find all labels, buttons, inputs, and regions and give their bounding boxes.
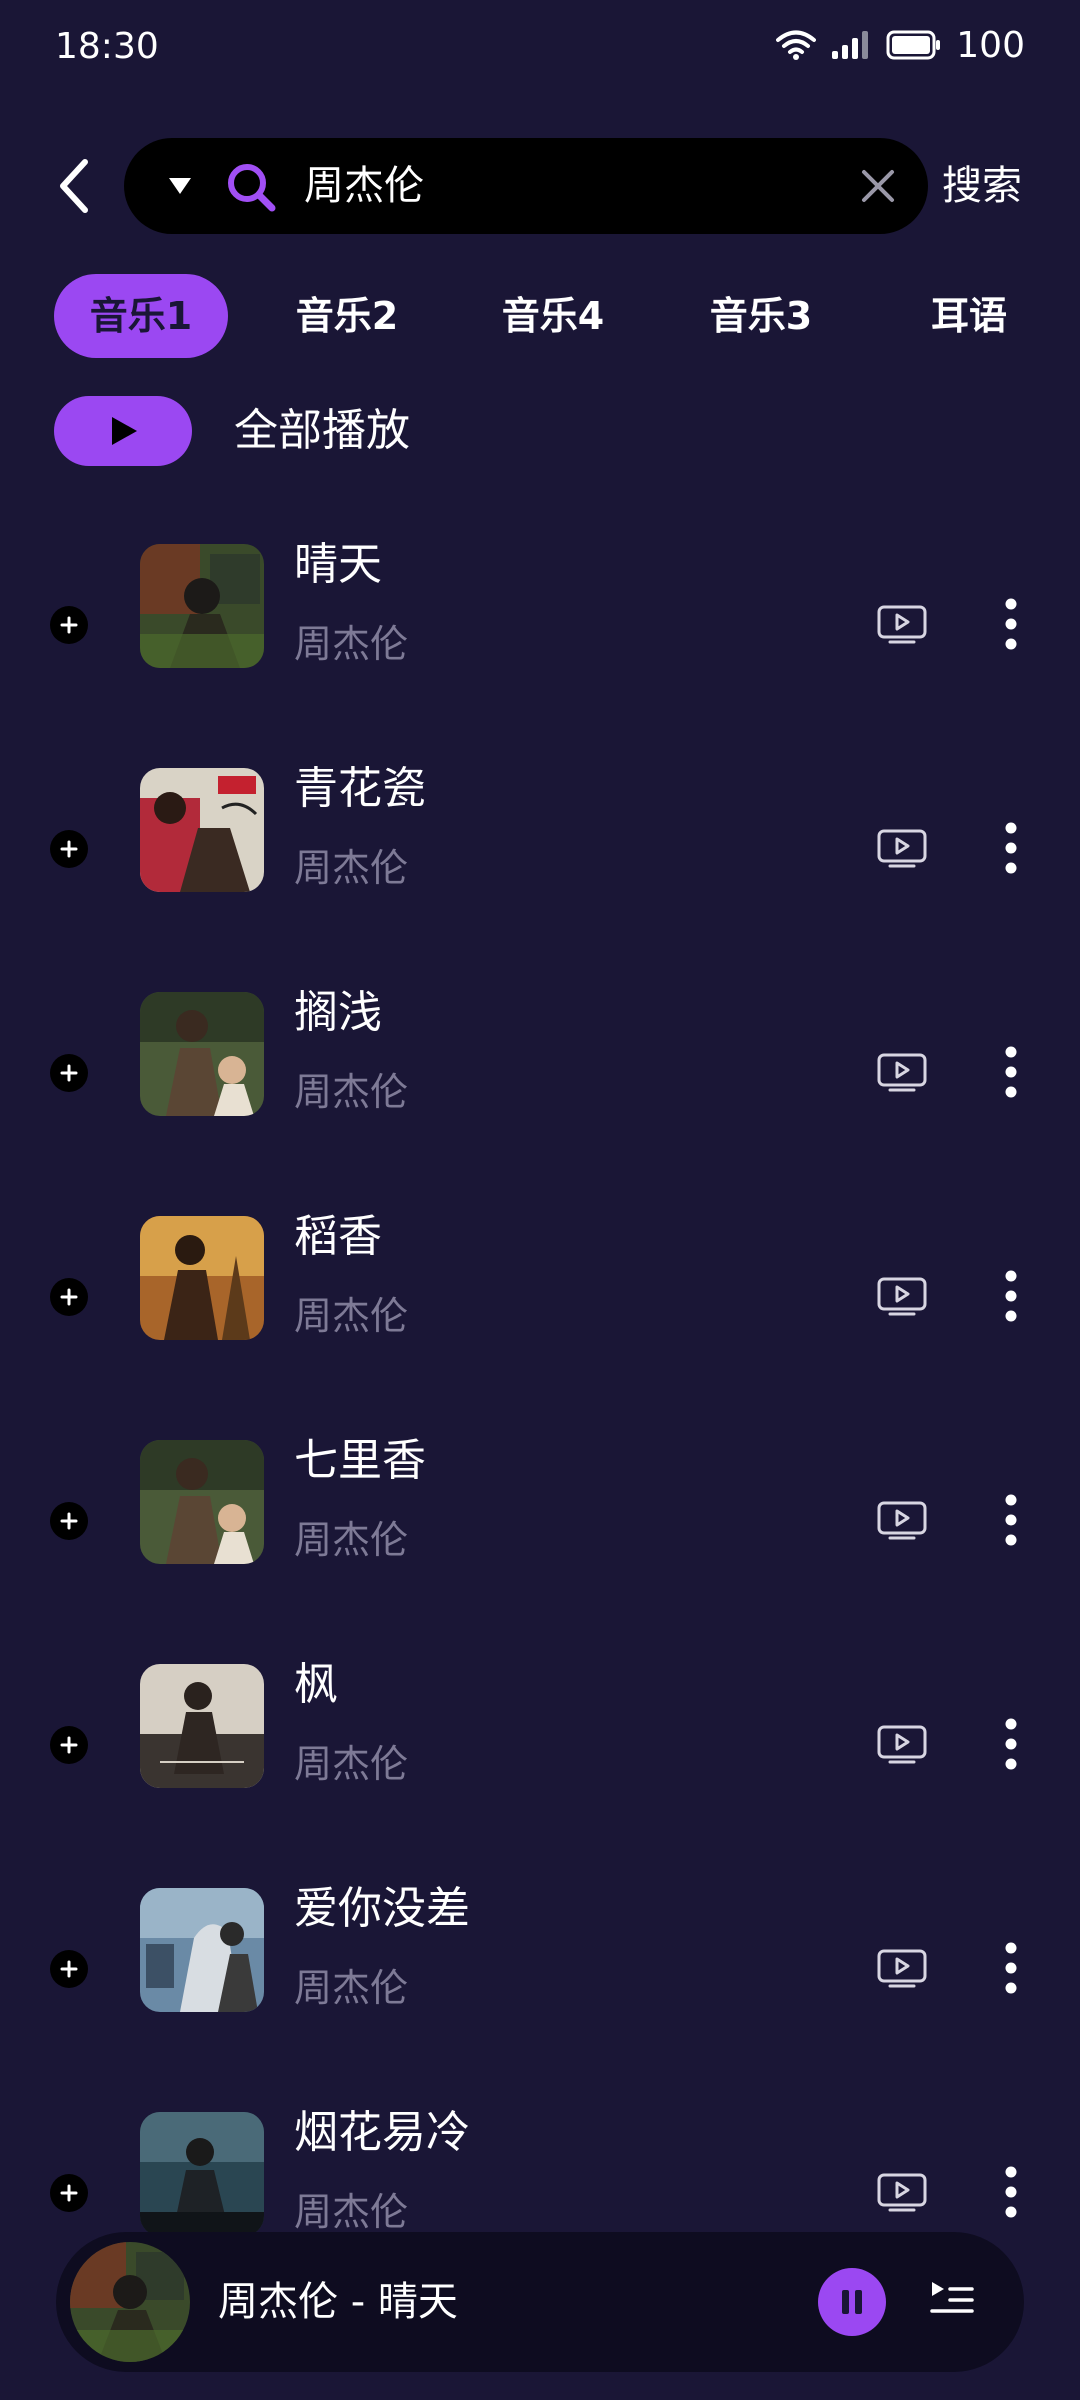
- song-title: 烟花易冷: [294, 2107, 470, 2158]
- song-row[interactable]: 稻香 周杰伦: [0, 1166, 1080, 1390]
- song-row[interactable]: 晴天 周杰伦: [0, 494, 1080, 718]
- song-artist: 周杰伦: [294, 1966, 409, 2010]
- close-icon[interactable]: [856, 164, 900, 208]
- status-time: 18:30: [55, 26, 159, 67]
- song-row[interactable]: 爱你没差 周杰伦: [0, 1838, 1080, 2062]
- more-options-icon[interactable]: [996, 1492, 1026, 1548]
- more-options-icon[interactable]: [996, 596, 1026, 652]
- song-title: 爱你没差: [294, 1883, 470, 1934]
- music-video-icon[interactable]: [876, 1500, 928, 1540]
- add-icon[interactable]: [50, 606, 88, 644]
- add-icon[interactable]: [50, 1054, 88, 1092]
- more-options-icon[interactable]: [996, 2164, 1026, 2220]
- song-row[interactable]: 青花瓷 周杰伦: [0, 718, 1080, 942]
- album-art: [140, 2112, 264, 2232]
- song-row[interactable]: 枫 周杰伦: [0, 1614, 1080, 1838]
- play-all-label[interactable]: 全部播放: [234, 404, 410, 458]
- more-options-icon[interactable]: [996, 1716, 1026, 1772]
- more-options-icon[interactable]: [996, 1940, 1026, 1996]
- status-bar: 18:30 100: [0, 0, 1080, 92]
- music-video-icon[interactable]: [876, 604, 928, 644]
- album-art: [140, 992, 264, 1116]
- add-icon[interactable]: [50, 2174, 88, 2212]
- add-icon[interactable]: [50, 830, 88, 868]
- status-icons: 100: [776, 22, 1025, 68]
- tab-music-1[interactable]: 音乐1: [54, 274, 228, 358]
- song-title: 稻香: [294, 1211, 382, 1262]
- music-video-icon[interactable]: [876, 1948, 928, 1988]
- battery-icon: [886, 30, 941, 60]
- song-row[interactable]: 烟花易冷 周杰伦: [0, 2062, 1080, 2232]
- song-row[interactable]: 七里香 周杰伦: [0, 1390, 1080, 1614]
- now-playing-title[interactable]: 周杰伦 - 晴天: [218, 2276, 458, 2328]
- battery-level: 100: [956, 24, 1025, 66]
- song-row[interactable]: 搁浅 周杰伦: [0, 942, 1080, 1166]
- music-video-icon[interactable]: [876, 1052, 928, 1092]
- song-artist: 周杰伦: [294, 846, 409, 890]
- song-title: 青花瓷: [294, 763, 426, 814]
- chevron-left-icon: [60, 159, 88, 213]
- album-art: [140, 1440, 264, 1564]
- music-video-icon[interactable]: [876, 828, 928, 868]
- category-tabs: 音乐1 音乐2 音乐4 音乐3 耳语: [54, 274, 1064, 358]
- song-title: 晴天: [294, 539, 382, 590]
- playlist-queue-icon[interactable]: [928, 2278, 976, 2322]
- song-artist: 周杰伦: [294, 622, 409, 666]
- app-root: 18:30 100 周杰伦 搜索 音乐1 音乐2 音乐4 音乐3 耳语 全部播放…: [0, 0, 1080, 2400]
- album-art: [140, 1888, 264, 2012]
- music-video-icon[interactable]: [876, 1276, 928, 1316]
- search-box[interactable]: 周杰伦: [124, 138, 928, 234]
- add-icon[interactable]: [50, 1950, 88, 1988]
- mini-player[interactable]: 周杰伦 - 晴天: [56, 2232, 1024, 2372]
- pause-icon: [842, 2290, 862, 2314]
- play-icon: [112, 417, 137, 445]
- album-art: [140, 768, 264, 892]
- more-options-icon[interactable]: [996, 820, 1026, 876]
- search-input[interactable]: 周杰伦: [304, 162, 424, 210]
- dropdown-arrow-icon[interactable]: [166, 172, 194, 200]
- search-button[interactable]: 搜索: [942, 160, 1022, 212]
- pause-button[interactable]: [818, 2268, 886, 2336]
- song-artist: 周杰伦: [294, 1518, 409, 1562]
- tab-music-2[interactable]: 音乐2: [260, 274, 434, 358]
- song-title: 搁浅: [294, 987, 382, 1038]
- song-artist: 周杰伦: [294, 2190, 409, 2232]
- more-options-icon[interactable]: [996, 1268, 1026, 1324]
- search-row: 周杰伦 搜索: [0, 136, 1080, 236]
- add-icon[interactable]: [50, 1278, 88, 1316]
- music-video-icon[interactable]: [876, 1724, 928, 1764]
- tab-music-4[interactable]: 音乐4: [466, 274, 640, 358]
- play-all-button[interactable]: [54, 396, 192, 466]
- tab-whisper[interactable]: 耳语: [894, 274, 1044, 358]
- tab-music-3[interactable]: 音乐3: [674, 274, 848, 358]
- more-options-icon[interactable]: [996, 1044, 1026, 1100]
- song-title: 七里香: [294, 1435, 426, 1486]
- album-art: [140, 544, 264, 668]
- wifi-icon: [776, 30, 817, 60]
- signal-icon: [832, 31, 869, 59]
- song-title: 枫: [294, 1659, 338, 1710]
- song-artist: 周杰伦: [294, 1294, 409, 1338]
- add-icon[interactable]: [50, 1502, 88, 1540]
- add-icon[interactable]: [50, 1726, 88, 1764]
- now-playing-art[interactable]: [70, 2242, 190, 2362]
- search-icon: [228, 164, 276, 212]
- back-button[interactable]: [48, 158, 100, 214]
- song-artist: 周杰伦: [294, 1742, 409, 1786]
- album-art: [140, 1216, 264, 1340]
- album-art: [140, 1664, 264, 1788]
- song-artist: 周杰伦: [294, 1070, 409, 1114]
- music-video-icon[interactable]: [876, 2172, 928, 2212]
